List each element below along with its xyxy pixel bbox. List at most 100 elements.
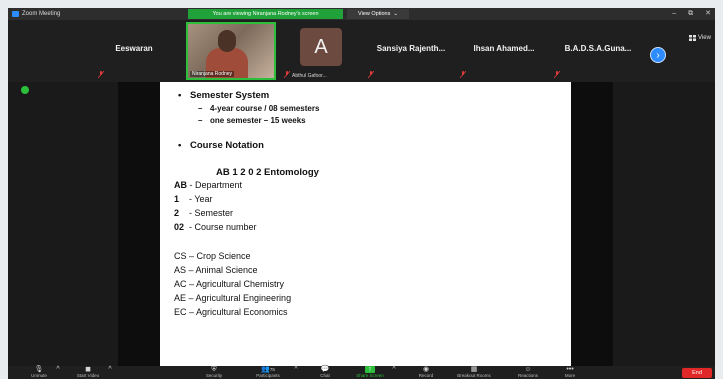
slide-heading-notation: • Course Notation bbox=[178, 140, 264, 151]
dash-icon: – bbox=[198, 104, 203, 113]
notation-text: - Course number bbox=[184, 222, 257, 232]
start-video-button[interactable]: ◼ Start Video bbox=[68, 366, 108, 379]
mic-muted-icon bbox=[460, 71, 466, 78]
video-off-icon: ◼ bbox=[85, 366, 91, 373]
chat-button[interactable]: 💬 Chat bbox=[310, 366, 340, 379]
notation-line: AB - Department bbox=[174, 180, 242, 190]
encryption-shield-icon[interactable] bbox=[21, 86, 29, 94]
bullet-icon: • bbox=[178, 140, 182, 151]
next-participants-button[interactable]: › bbox=[650, 47, 666, 63]
maximize-button[interactable]: ⧉ bbox=[688, 9, 693, 19]
department-code-line: CS – Crop Science bbox=[174, 251, 251, 261]
participant-name: Abthul Gafoor... bbox=[292, 73, 327, 79]
audio-options-caret[interactable]: ^ bbox=[54, 366, 62, 379]
subpoint-text: one semester – 15 weeks bbox=[210, 116, 306, 125]
participant-name: Sansiya Rajenth... bbox=[376, 44, 446, 53]
mic-muted-icon bbox=[98, 71, 104, 78]
view-options-label: View Options bbox=[358, 11, 391, 17]
participant-tile-active-speaker[interactable]: Niranjana Rodney bbox=[186, 22, 276, 80]
breakout-rooms-button[interactable]: ▦ Breakout Rooms bbox=[448, 366, 500, 379]
avatar: A bbox=[300, 28, 342, 66]
participants-icon: 👥75 bbox=[261, 366, 275, 373]
slide-margin-left bbox=[118, 82, 160, 366]
mic-muted-icon bbox=[284, 71, 290, 78]
security-label: Security bbox=[205, 373, 223, 378]
slide-subpoint: –4-year course / 08 semesters bbox=[198, 104, 319, 113]
participant-tile[interactable]: Eeswaran bbox=[96, 22, 172, 80]
reactions-label: Reactions bbox=[517, 373, 538, 378]
record-button[interactable]: ◉ Record bbox=[410, 366, 442, 379]
share-screen-button[interactable]: ↑ Share Screen bbox=[348, 366, 392, 379]
notation-text: - Year bbox=[179, 194, 213, 204]
chat-icon: 💬 bbox=[320, 366, 330, 373]
slide-subpoint: – one semester – 15 weeks bbox=[198, 116, 306, 125]
department-code-line: AC – Agricultural Chemistry bbox=[174, 279, 285, 289]
start-video-label: Start Video bbox=[76, 373, 100, 378]
presentation-slide: • Semester System –4-year course / 08 sem… bbox=[160, 82, 571, 366]
chevron-up-icon: ^ bbox=[392, 366, 396, 373]
zoom-window: Zoom Meeting You are viewing Niranjana R… bbox=[8, 8, 715, 379]
close-button[interactable]: ✕ bbox=[705, 9, 711, 19]
participant-tile[interactable]: Ihsan Ahamed... bbox=[458, 22, 550, 80]
mic-muted-icon bbox=[554, 71, 560, 78]
notation-line: 02 - Course number bbox=[174, 222, 257, 232]
chevron-up-icon: ^ bbox=[294, 366, 298, 373]
share-screen-icon: ↑ bbox=[365, 366, 375, 373]
end-meeting-button[interactable]: End bbox=[682, 368, 712, 378]
participant-tile[interactable]: B.A.D.S.A.Guna... bbox=[552, 22, 644, 80]
view-button[interactable]: View bbox=[689, 35, 711, 41]
shared-screen: • Semester System –4-year course / 08 sem… bbox=[8, 82, 715, 366]
participant-tile[interactable]: Sansiya Rajenth... bbox=[366, 22, 456, 80]
heading-text: Course Notation bbox=[190, 140, 264, 151]
department-code-line: AS – Animal Science bbox=[174, 265, 258, 275]
participant-name: Niranjana Rodney bbox=[190, 71, 235, 77]
title-bar: Zoom Meeting You are viewing Niranjana R… bbox=[8, 8, 715, 20]
participant-name: Ihsan Ahamed... bbox=[473, 44, 535, 53]
chevron-up-icon: ^ bbox=[108, 366, 112, 373]
slide-margin-right bbox=[571, 82, 613, 366]
department-code-line: EC – Agricultural Economics bbox=[174, 307, 288, 317]
window-controls: – ⧉ ✕ bbox=[672, 9, 711, 19]
breakout-rooms-icon: ▦ bbox=[470, 366, 478, 373]
subpoint-text: 4-year course / 08 semesters bbox=[210, 104, 320, 113]
reactions-button[interactable]: ☺ Reactions bbox=[508, 366, 548, 379]
window-title: Zoom Meeting bbox=[22, 11, 61, 17]
participants-label: Participants bbox=[256, 373, 280, 378]
course-code-title: AB 1 2 0 2 Entomology bbox=[216, 167, 319, 178]
participant-name: B.A.D.S.A.Guna... bbox=[564, 44, 632, 53]
participants-options-caret[interactable]: ^ bbox=[292, 366, 300, 379]
chevron-up-icon: ^ bbox=[56, 366, 60, 373]
participant-strip: Eeswaran Niranjana Rodney A Abthul Gafoo… bbox=[8, 20, 715, 82]
notation-text: - Department bbox=[187, 180, 243, 190]
participant-name: Eeswaran bbox=[115, 44, 153, 53]
heading-text: Semester System bbox=[190, 90, 270, 101]
mic-muted-icon bbox=[368, 71, 374, 78]
chevron-right-icon: › bbox=[656, 49, 660, 61]
emoji-icon: ☺ bbox=[524, 366, 532, 373]
participants-button[interactable]: 👥75 Participants bbox=[246, 366, 290, 379]
video-options-caret[interactable]: ^ bbox=[106, 366, 114, 379]
unmute-button[interactable]: 🎙 Unmute bbox=[22, 366, 56, 379]
record-label: Record bbox=[418, 373, 434, 378]
view-options-button[interactable]: View Options ⌄ bbox=[347, 9, 409, 19]
security-button[interactable]: ⛨ Security bbox=[194, 366, 234, 379]
share-options-caret[interactable]: ^ bbox=[390, 366, 398, 379]
unmute-label: Unmute bbox=[31, 373, 47, 378]
meeting-toolbar: 🎙 Unmute ^ ◼ Start Video ^ ⛨ Security 👥7… bbox=[8, 366, 715, 379]
participants-count: 75 bbox=[269, 367, 275, 372]
notation-code: AB bbox=[174, 180, 187, 190]
more-icon: ••• bbox=[566, 366, 574, 373]
mic-muted-icon: 🎙 bbox=[34, 366, 44, 373]
participant-tile[interactable]: A Abthul Gafoor... bbox=[282, 22, 358, 80]
view-label: View bbox=[698, 35, 711, 41]
minimize-button[interactable]: – bbox=[672, 9, 676, 19]
video-person-head bbox=[218, 30, 236, 52]
slide-heading-semester: • Semester System bbox=[178, 90, 269, 101]
share-screen-label: Share Screen bbox=[356, 373, 384, 378]
record-icon: ◉ bbox=[422, 366, 430, 373]
notation-line: 1 - Year bbox=[174, 194, 213, 204]
more-button[interactable]: ••• More bbox=[556, 366, 584, 379]
breakout-rooms-label: Breakout Rooms bbox=[457, 373, 491, 378]
department-code-line: AE – Agricultural Engineering bbox=[174, 293, 292, 303]
chevron-down-icon: ⌄ bbox=[393, 11, 398, 17]
